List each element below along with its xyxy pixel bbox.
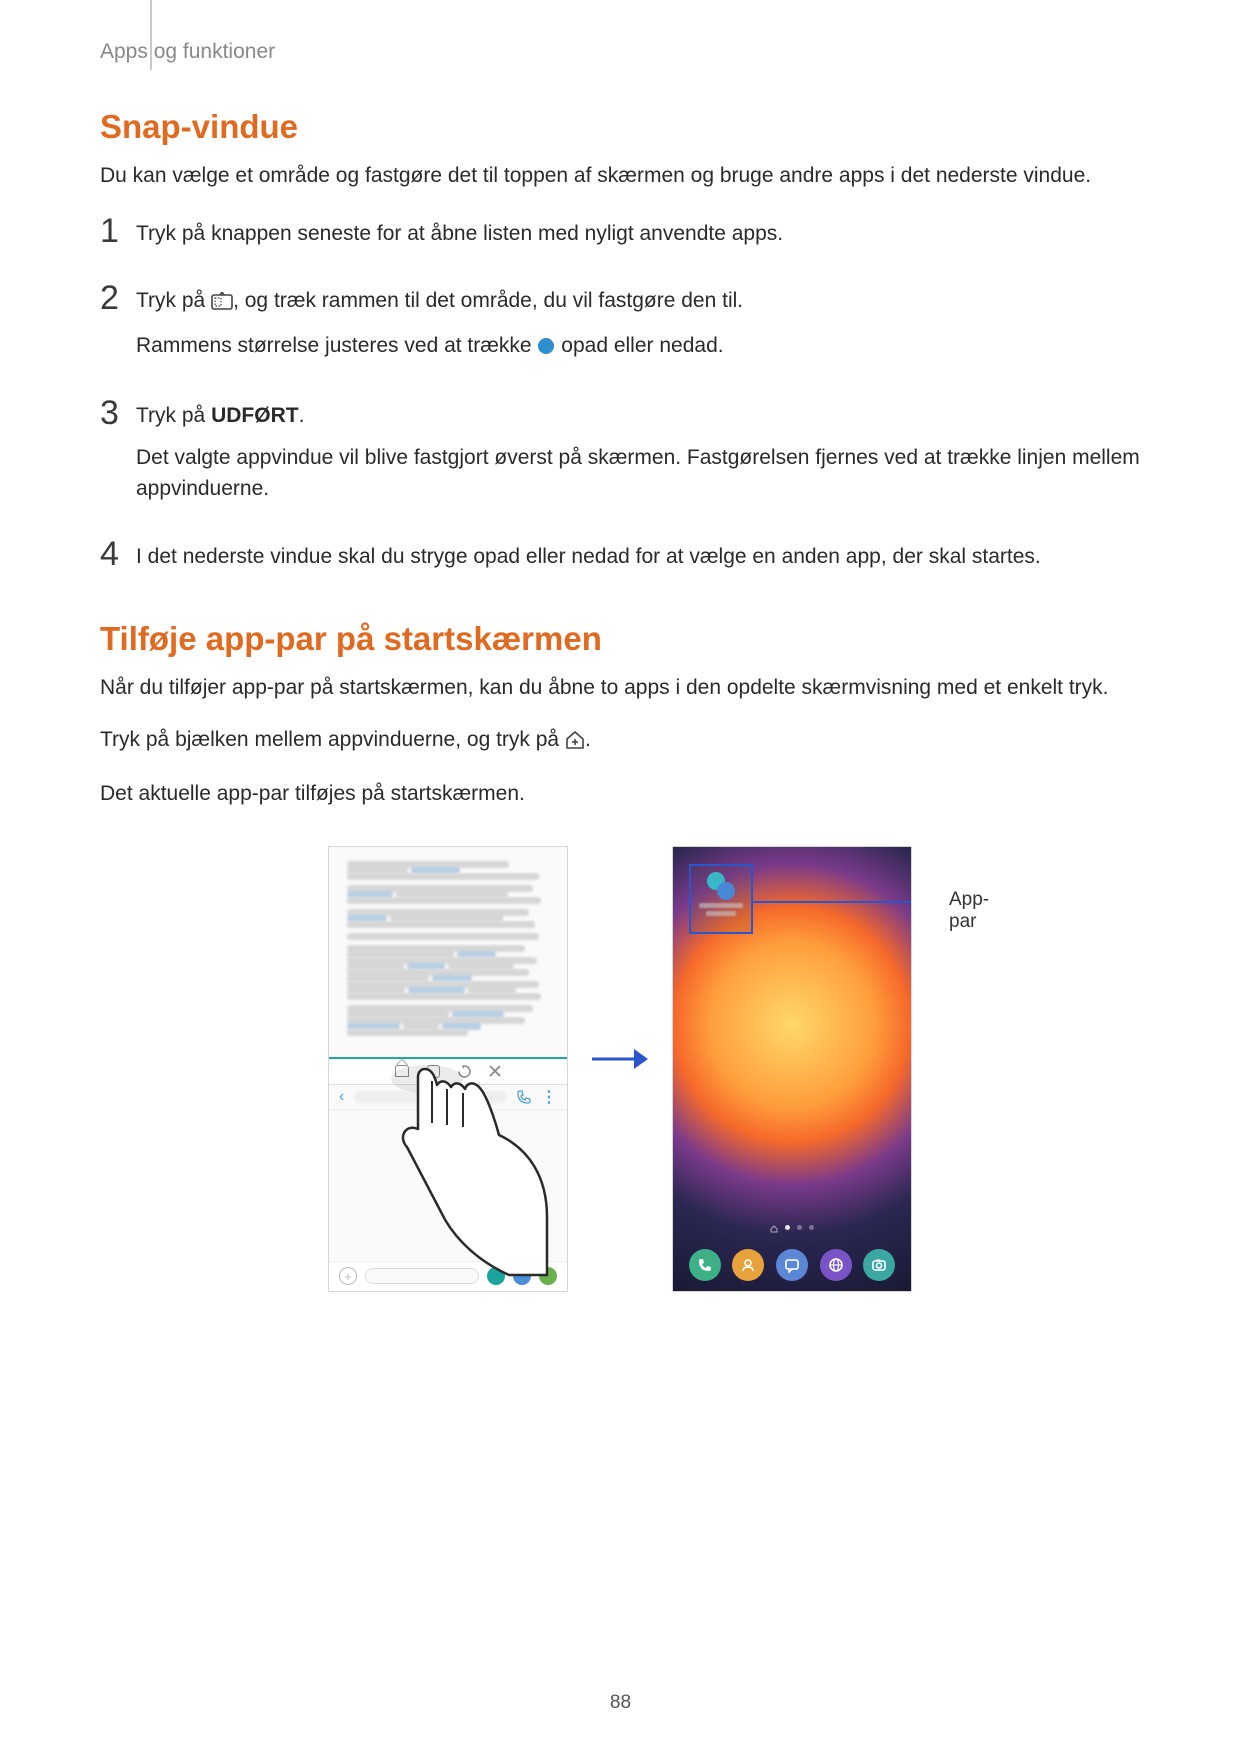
section-intro: Du kan vælge et område og fastgøre det t… bbox=[100, 160, 1140, 192]
step-text: Det valgte appvindue vil blive fastgjort… bbox=[136, 442, 1140, 505]
page-number: 88 bbox=[0, 1692, 1241, 1714]
section-para: Når du tilføjer app-par på startskærmen,… bbox=[100, 672, 1140, 704]
step-text: Tryk på , og træk rammen til det område,… bbox=[136, 285, 1140, 320]
app-pair-app2-icon bbox=[717, 882, 735, 900]
label-blur bbox=[706, 911, 736, 916]
blurred-text-content bbox=[347, 861, 549, 1036]
add-icon: + bbox=[339, 1267, 357, 1285]
dock-messages-icon bbox=[776, 1249, 808, 1281]
section-title-snap: Snap-vindue bbox=[100, 108, 1140, 146]
dock-internet-icon bbox=[820, 1249, 852, 1281]
step-number: 2 bbox=[100, 281, 136, 315]
callout-label: App-par bbox=[949, 889, 989, 933]
dock-contacts-icon bbox=[732, 1249, 764, 1281]
page-indicator bbox=[673, 1225, 911, 1233]
dock bbox=[673, 1249, 911, 1281]
home-indicator-icon bbox=[770, 1225, 778, 1233]
back-icon: ‹ bbox=[339, 1088, 344, 1106]
step-number: 4 bbox=[100, 537, 136, 571]
label-blur bbox=[699, 903, 743, 908]
step-text: Rammens størrelse justeres ved at trække… bbox=[136, 330, 1140, 365]
step-number: 3 bbox=[100, 396, 136, 430]
dock-phone-icon bbox=[689, 1249, 721, 1281]
dock-camera-icon bbox=[863, 1249, 895, 1281]
step-text: Tryk på UDFØRT. bbox=[136, 400, 1140, 432]
step-1: 1 Tryk på knappen seneste for at åbne li… bbox=[100, 214, 1140, 260]
figure-phone-right bbox=[672, 846, 912, 1292]
section-para: Det aktuelle app-par tilføjes på startsk… bbox=[100, 778, 1140, 810]
step-text: Tryk på knappen seneste for at åbne list… bbox=[136, 218, 1140, 250]
step-4: 4 I det nederste vindue skal du stryge o… bbox=[100, 537, 1140, 583]
section-title-apppair: Tilføje app-par på startskærmen bbox=[100, 620, 1140, 658]
breadcrumb: Apps og funktioner bbox=[100, 40, 275, 64]
figure-row: ‹ ⋮ + bbox=[100, 846, 1140, 1292]
app-pair-widget bbox=[689, 864, 753, 934]
step-number: 1 bbox=[100, 214, 136, 248]
step-3: 3 Tryk på UDFØRT. Det valgte appvindue v… bbox=[100, 396, 1140, 515]
step-2: 2 Tryk på , og træk rammen til det områd… bbox=[100, 281, 1140, 374]
page-content: Snap-vindue Du kan vælge et område og fa… bbox=[100, 108, 1140, 1292]
snap-window-icon bbox=[211, 288, 233, 320]
step-text: I det nederste vindue skal du stryge opa… bbox=[136, 541, 1140, 573]
hand-pointer-illustration bbox=[369, 1057, 549, 1277]
drag-handle-icon bbox=[537, 333, 555, 365]
section-para: Tryk på bjælken mellem appvinduerne, og … bbox=[100, 724, 1140, 759]
figure-phone-left: ‹ ⋮ + bbox=[328, 846, 568, 1292]
add-to-home-icon bbox=[565, 727, 585, 759]
callout-line bbox=[753, 901, 912, 903]
arrow-right-icon bbox=[590, 1046, 650, 1072]
